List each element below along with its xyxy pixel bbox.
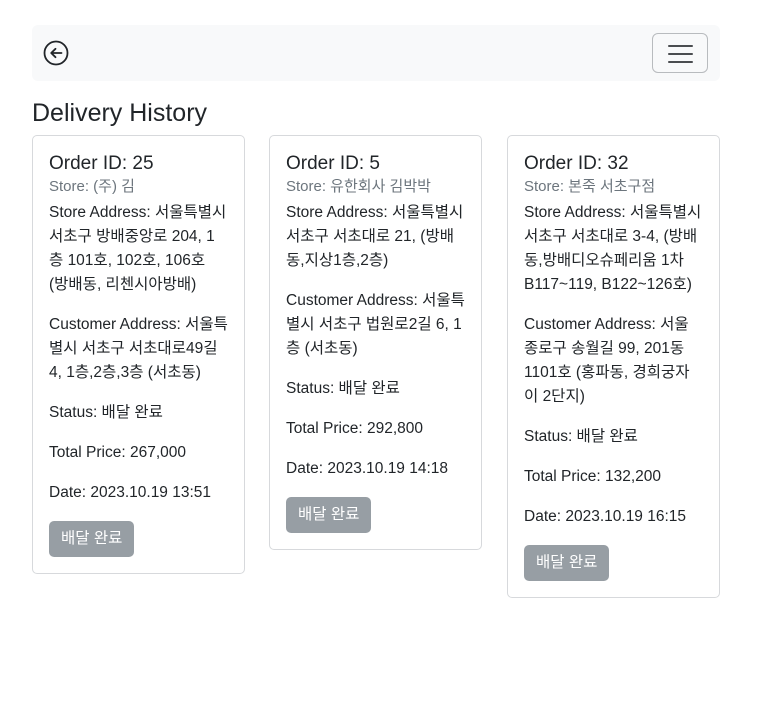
store-name: Store: 유한회사 김박박 (286, 178, 431, 195)
order-date: Date: 2023.10.19 13:51 (49, 484, 212, 501)
order-status: Status: 배달 완료 (286, 380, 400, 397)
customer-address: Customer Address: 서울특별시 서초구 서초대로49길 4, 1… (49, 316, 228, 381)
order-id: Order ID: 5 (286, 153, 380, 174)
delivery-complete-button[interactable]: 배달 완료 (49, 521, 135, 557)
order-card: Order ID: 32 Store: 본죽 서초구점 Store Addres… (507, 135, 720, 598)
hamburger-menu-icon (668, 45, 693, 47)
order-date: Date: 2023.10.19 16:15 (524, 508, 687, 525)
order-id: Order ID: 25 (49, 153, 154, 174)
total-price: Total Price: 292,800 (286, 420, 424, 437)
order-date: Date: 2023.10.19 14:18 (286, 460, 449, 477)
store-address: Store Address: 서울특별시 서초구 방배중앙로 204, 1층 1… (49, 204, 227, 293)
order-status: Status: 배달 완료 (524, 428, 638, 445)
store-name: Store: (주) 김 (49, 178, 135, 195)
total-price: Total Price: 132,200 (524, 468, 662, 485)
delivery-complete-button[interactable]: 배달 완료 (524, 545, 610, 581)
order-status: Status: 배달 완료 (49, 404, 163, 421)
store-address: Store Address: 서울특별시 서초구 서초대로 3-4, (방배동,… (524, 204, 702, 293)
order-card: Order ID: 5 Store: 유한회사 김박박 Store Addres… (269, 135, 482, 550)
order-id: Order ID: 32 (524, 153, 629, 174)
order-card: Order ID: 25 Store: (주) 김 Store Address:… (32, 135, 245, 574)
menu-toggle-button[interactable] (652, 33, 708, 73)
customer-address: Customer Address: 서울 종로구 송월길 99, 201동 11… (524, 316, 690, 405)
circle-arrow-left-icon[interactable] (43, 40, 69, 66)
store-address: Store Address: 서울특별시 서초구 서초대로 21, (방배동,지… (286, 204, 464, 269)
store-name: Store: 본죽 서초구점 (524, 178, 656, 195)
page-title: Delivery History (32, 99, 208, 127)
delivery-complete-button[interactable]: 배달 완료 (286, 497, 372, 533)
total-price: Total Price: 267,000 (49, 444, 187, 461)
top-navbar (32, 25, 720, 81)
customer-address: Customer Address: 서울특별시 서초구 법원로2길 6, 1층 … (286, 292, 465, 357)
